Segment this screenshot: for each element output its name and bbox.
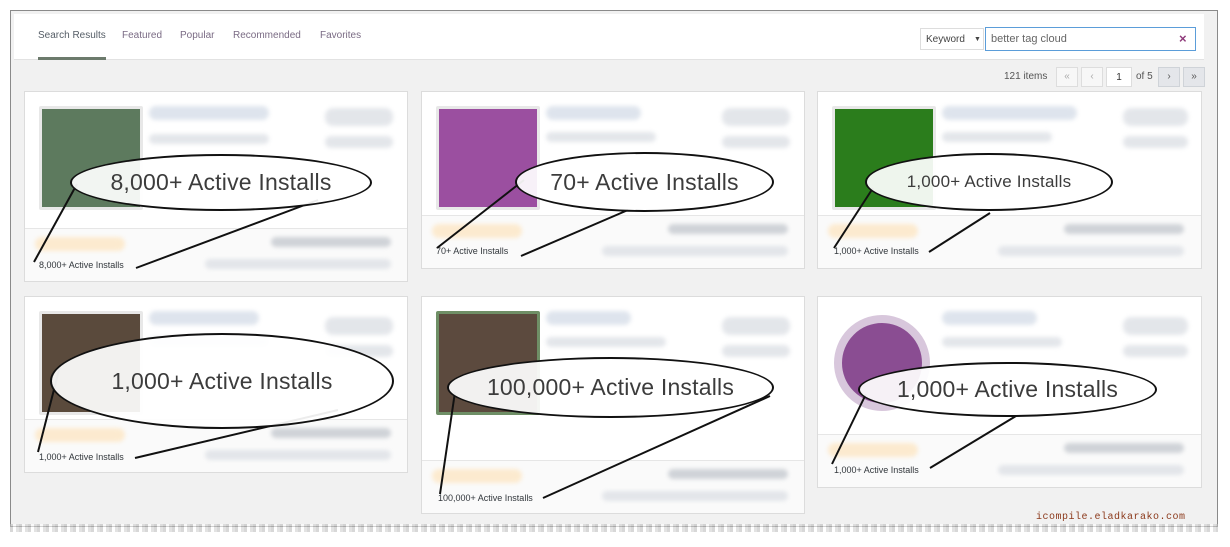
callout-text: 100,000+ Active Installs [486,374,735,400]
callout-text: 1,000+ Active Installs [111,367,333,394]
rating-stars-blurred [432,469,522,483]
card-footer: 1,000+ Active Installs [818,434,1201,487]
compatibility-blurred [602,246,788,256]
callout-bubble-card-4: 1,000+ Active Installs [50,333,394,429]
search-type-label: Keyword [926,34,965,45]
callout-bubble-card-5: 100,000+ Active Installs [447,357,774,418]
card-footer: 70+ Active Installs [422,215,804,268]
compatibility-blurred [602,491,788,501]
install-button-blurred[interactable] [722,108,790,126]
rating-stars-blurred [35,428,125,442]
install-button-blurred[interactable] [1123,108,1188,126]
active-installs: 1,000+ Active Installs [834,465,919,475]
last-page-button[interactable]: » [1183,67,1205,87]
last-updated-blurred [1064,443,1184,453]
plugin-name-blurred [546,106,641,120]
card-footer: 1,000+ Active Installs [818,215,1201,268]
plugin-description-blurred [942,132,1052,142]
callout-text: 8,000+ Active Installs [110,169,332,195]
rating-stars-blurred [828,443,918,457]
callout-text: 1,000+ Active Installs [896,376,1119,402]
card-footer: 8,000+ Active Installs [25,228,407,281]
compatibility-blurred [998,465,1184,475]
watermark: icompile.eladkarako.com [1036,512,1186,523]
plugin-icon [436,106,540,210]
last-updated-blurred [271,237,391,247]
install-button-blurred[interactable] [325,108,393,126]
install-button-blurred[interactable] [325,317,393,335]
callout-bubble-card-2: 70+ Active Installs [515,152,774,212]
last-updated-blurred [1064,224,1184,234]
next-page-button[interactable]: › [1158,67,1180,87]
last-updated-blurred [668,224,788,234]
tab-featured[interactable]: Featured [122,30,162,41]
more-details-blurred[interactable] [722,345,790,357]
more-details-blurred[interactable] [1123,345,1188,357]
active-installs: 8,000+ Active Installs [39,260,124,270]
callout-text: 70+ Active Installs [550,168,739,195]
compatibility-blurred [205,450,391,460]
items-count: 121 items [1004,71,1048,82]
install-button-blurred[interactable] [1123,317,1188,335]
rating-stars-blurred [432,224,522,238]
active-installs: 100,000+ Active Installs [438,493,533,503]
compatibility-blurred [205,259,391,269]
search-input[interactable] [985,27,1196,51]
rating-stars-blurred [35,237,125,251]
dropdown-arrow-icon: ▼ [974,36,981,43]
compatibility-blurred [998,246,1184,256]
tab-popular[interactable]: Popular [180,30,214,41]
plugin-description-blurred [546,132,656,142]
torn-edge [10,524,1218,532]
plugin-name-blurred [546,311,631,325]
last-updated-blurred [668,469,788,479]
more-details-blurred[interactable] [1123,136,1188,148]
callout-bubble-card-1: 8,000+ Active Installs [70,154,372,211]
search-type-select[interactable]: Keyword ▼ [920,28,984,50]
more-details-blurred[interactable] [722,136,790,148]
active-installs: 1,000+ Active Installs [39,452,124,462]
active-installs: 1,000+ Active Installs [834,246,919,256]
plugin-description-blurred [942,337,1062,347]
plugin-name-blurred [149,106,269,120]
clear-search-icon[interactable]: × [1179,31,1187,46]
plugin-name-blurred [942,106,1077,120]
tab-favorites[interactable]: Favorites [320,30,361,41]
card-footer: 100,000+ Active Installs [422,460,804,513]
current-page-input[interactable] [1106,67,1132,87]
tab-recommended[interactable]: Recommended [233,30,301,41]
active-installs: 70+ Active Installs [436,246,509,256]
plugin-description-blurred [149,134,269,144]
plugin-description-blurred [546,337,666,347]
plugin-name-blurred [942,311,1037,325]
callout-bubble-card-6: 1,000+ Active Installs [858,362,1157,417]
rating-stars-blurred [828,224,918,238]
prev-page-button[interactable]: ‹ [1081,67,1103,87]
tab-search-results[interactable]: Search Results [38,30,106,60]
filter-bar: Search Results Featured Popular Recommen… [14,14,1204,60]
last-updated-blurred [271,428,391,438]
total-pages-label: of 5 [1136,71,1153,82]
first-page-button[interactable]: « [1056,67,1078,87]
plugin-name-blurred [149,311,259,325]
install-button-blurred[interactable] [722,317,790,335]
callout-text: 1,000+ Active Installs [906,172,1072,191]
more-details-blurred[interactable] [325,136,393,148]
callout-bubble-card-3: 1,000+ Active Installs [865,153,1113,211]
